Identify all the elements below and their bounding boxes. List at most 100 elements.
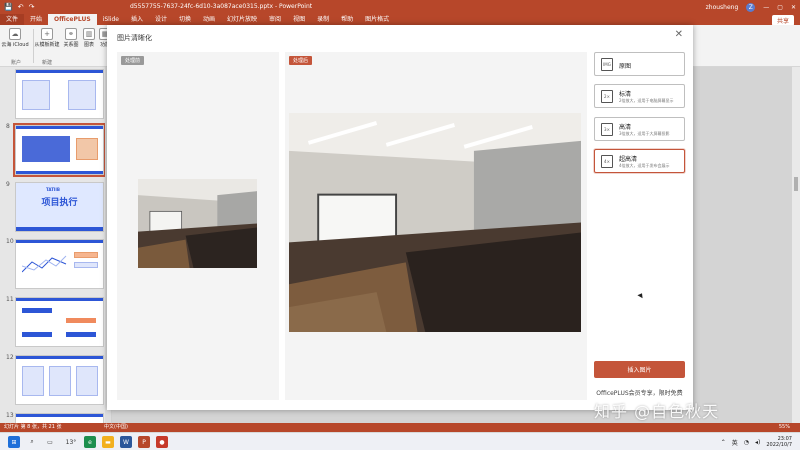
ribbon-group-new: 新建 xyxy=(42,60,53,66)
option-ultra-hd[interactable]: 4× 超高清 4倍放大，适用于发布会展示 xyxy=(594,149,685,173)
tab-officeplus[interactable]: OfficePLUS xyxy=(48,14,97,25)
option-desc: 3倍放大，适用于大屏幕投影 xyxy=(619,131,670,136)
option-desc: 4倍放大，适用于发布会展示 xyxy=(619,163,670,168)
option-title: 标清 xyxy=(619,91,632,98)
document-title: d5557755-7637-24fc-6d10-3a087ace0315.ppt… xyxy=(130,3,313,10)
tab-home[interactable]: 开始 xyxy=(24,14,48,25)
option-standard[interactable]: 2× 标清 2倍放大，适用于电脑屏幕显示 xyxy=(594,84,685,108)
option-hd[interactable]: 3× 高清 3倍放大，适用于大屏幕投影 xyxy=(594,117,685,141)
vertical-scrollbar[interactable] xyxy=(792,67,800,423)
vip-note: OfficePLUS会员专享，限时免费 xyxy=(596,390,683,397)
weather-icon[interactable]: 13° xyxy=(62,436,80,448)
tab-transitions[interactable]: 切换 xyxy=(173,14,197,25)
tab-animations[interactable]: 动画 xyxy=(197,14,221,25)
scale-2x-icon: 2× xyxy=(601,90,613,103)
tab-file[interactable]: 文件 xyxy=(0,14,25,25)
slide-thumb[interactable] xyxy=(15,297,104,347)
lecture-hall-image xyxy=(138,179,257,268)
slide-thumb-selected[interactable] xyxy=(13,123,106,177)
scrollbar-thumb[interactable] xyxy=(794,177,798,191)
after-photo xyxy=(289,113,581,332)
user-name[interactable]: zhousheng xyxy=(706,4,739,11)
ribbon-icloud[interactable]: ☁ 云海 iCloud xyxy=(1,28,29,48)
tab-design[interactable]: 设计 xyxy=(149,14,173,25)
slide-block xyxy=(66,318,96,323)
option-title: 原图 xyxy=(619,63,632,70)
option-title: 超高清 xyxy=(619,156,638,163)
slide-bar xyxy=(16,240,103,243)
option-original[interactable]: IMG 原图 xyxy=(594,52,685,76)
slide-number: 11 xyxy=(6,296,14,303)
tab-review[interactable]: 审阅 xyxy=(263,14,287,25)
watermark: 知乎 @自色秋天 xyxy=(594,402,720,421)
quick-access-toolbar: 💾 ↶ ↷ xyxy=(0,0,34,14)
chevron-up-icon[interactable]: ⌃ xyxy=(721,439,726,446)
ribbon-label: 从模板新建 xyxy=(34,42,60,48)
ribbon-new-from-template[interactable]: + 从模板新建 xyxy=(34,28,60,48)
slide-block xyxy=(74,252,98,258)
slide-line-chart xyxy=(22,255,67,273)
tab-view[interactable]: 视图 xyxy=(287,14,311,25)
folder-icon[interactable]: ▬ xyxy=(102,436,114,448)
slide-thumb[interactable]: TATIIB 项目执行 xyxy=(15,182,104,232)
word-icon[interactable]: W xyxy=(120,436,132,448)
cloud-icon: ☁ xyxy=(9,28,21,40)
clock-date: 2022/10/7 xyxy=(766,442,792,448)
slide-bar xyxy=(16,298,103,301)
option-desc: 2倍放大，适用于电脑屏幕显示 xyxy=(619,98,674,103)
slide-bar xyxy=(16,126,103,129)
avatar[interactable]: Z xyxy=(746,2,756,12)
windows-start-icon[interactable]: ⊞ xyxy=(8,436,20,448)
slide-number: 10 xyxy=(6,238,14,245)
app-icon[interactable]: ● xyxy=(156,436,168,448)
insert-image-button[interactable]: 插入图片 xyxy=(594,361,685,378)
image-enhance-dialog: 图片清晰化 ✕ 处理前 处理后 IMG 原图 2× 标清 2倍放大，适用于电脑屏… xyxy=(107,25,693,410)
save-icon[interactable]: 💾 xyxy=(4,0,13,14)
ime-indicator[interactable]: 英 xyxy=(732,438,738,447)
slide-thumb[interactable] xyxy=(15,69,104,119)
wifi-icon[interactable]: ◔ xyxy=(744,439,749,446)
zoom-level[interactable]: 55% xyxy=(779,423,790,432)
plus-icon: + xyxy=(41,28,53,40)
slide-thumb[interactable] xyxy=(15,355,104,405)
slide-block xyxy=(66,332,96,337)
slide-block xyxy=(22,308,52,313)
scale-3x-icon: 3× xyxy=(601,123,613,136)
slide-bar xyxy=(16,171,103,174)
minimize-button[interactable]: — xyxy=(763,4,769,11)
slide-thumb[interactable] xyxy=(15,239,104,289)
before-badge: 处理前 xyxy=(121,56,145,65)
close-window-button[interactable]: ✕ xyxy=(791,4,796,11)
tab-record[interactable]: 录制 xyxy=(311,14,335,25)
redo-icon[interactable]: ↷ xyxy=(29,0,35,14)
close-icon[interactable]: ✕ xyxy=(675,29,683,40)
edge-icon[interactable]: e xyxy=(84,436,96,448)
search-icon[interactable]: ⌕ xyxy=(26,436,38,448)
tab-slideshow[interactable]: 幻灯片放映 xyxy=(221,14,263,25)
tab-picture-format[interactable]: 图片格式 xyxy=(359,14,395,25)
slide-info: 幻灯片 第 8 张，共 21 张 xyxy=(4,424,62,430)
ribbon-label: 云海 iCloud xyxy=(1,42,29,48)
slide-block xyxy=(76,138,98,160)
ribbon-label: 关系图 xyxy=(63,42,79,48)
slide-tag: TATIIB xyxy=(46,187,60,192)
tab-help[interactable]: 帮助 xyxy=(335,14,359,25)
ribbon-label: 图表 xyxy=(83,42,94,48)
volume-icon[interactable]: ◂) xyxy=(755,439,760,446)
tab-islide[interactable]: iSlide xyxy=(97,14,125,25)
slide-thumb[interactable] xyxy=(15,413,104,423)
tab-insert[interactable]: 插入 xyxy=(125,14,149,25)
maximize-button[interactable]: ▢ xyxy=(777,4,783,11)
slide-block xyxy=(22,332,52,337)
undo-icon[interactable]: ↶ xyxy=(18,0,24,14)
slide-block xyxy=(68,80,96,110)
status-bar: 幻灯片 第 8 张，共 21 张 中文(中国) 55% xyxy=(0,423,800,432)
language-indicator[interactable]: 中文(中国) xyxy=(104,423,128,432)
scale-4x-icon: 4× xyxy=(601,155,613,168)
task-view-icon[interactable]: ▭ xyxy=(44,436,56,448)
powerpoint-icon[interactable]: P xyxy=(138,436,150,448)
after-preview-panel: 处理后 xyxy=(285,52,587,400)
diagram-icon: ⚭ xyxy=(65,28,77,40)
dialog-title: 图片清晰化 xyxy=(117,34,152,42)
clock[interactable]: 23:07 2022/10/7 xyxy=(766,436,792,448)
